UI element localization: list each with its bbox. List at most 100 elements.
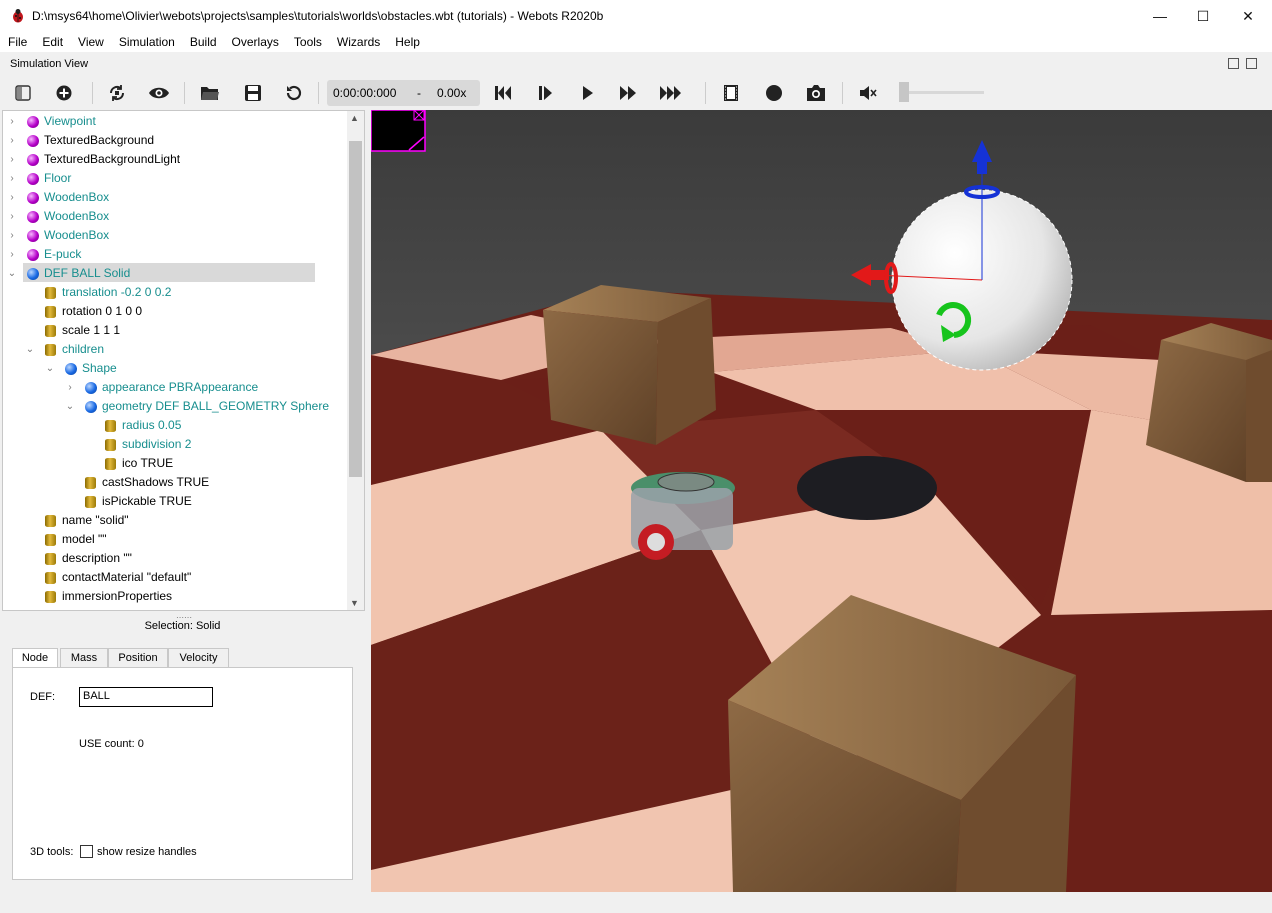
tree-item-label: Viewpoint: [44, 114, 96, 128]
chevron-right-icon[interactable]: ›: [7, 112, 17, 131]
mute-icon[interactable]: [855, 80, 881, 106]
record-icon[interactable]: [761, 80, 787, 106]
step-back-icon[interactable]: [490, 80, 516, 106]
tree-item[interactable]: ⌄ children: [3, 340, 347, 359]
save-icon[interactable]: [240, 80, 266, 106]
tab-node[interactable]: Node: [12, 648, 58, 669]
tree-item[interactable]: ⌄ geometry DEF BALL_GEOMETRY Sphere: [3, 397, 347, 416]
tree-item-label: WoodenBox: [44, 228, 110, 242]
menu-edit[interactable]: Edit: [34, 32, 70, 52]
tab-velocity[interactable]: Velocity: [168, 648, 229, 668]
field-icon: [45, 306, 56, 318]
field-icon: [85, 477, 96, 489]
tree-item-label: scale 1 1 1: [62, 323, 121, 337]
tree-item[interactable]: model "": [3, 530, 347, 549]
tree-item-label: DEF BALL Solid: [44, 266, 131, 280]
chevron-right-icon[interactable]: ›: [7, 150, 17, 169]
node-purple-icon: [27, 211, 39, 223]
eye-icon[interactable]: [146, 80, 172, 106]
menu-overlays[interactable]: Overlays: [224, 32, 286, 52]
scroll-up-icon[interactable]: ▲: [350, 113, 359, 123]
tree-item[interactable]: translation -0.2 0 0.2: [3, 283, 347, 302]
chevron-down-icon[interactable]: ⌄: [7, 264, 17, 283]
tree-item[interactable]: subdivision 2: [3, 435, 347, 454]
tree-item[interactable]: castShadows TRUE: [3, 473, 347, 492]
tree-item[interactable]: › WoodenBox: [3, 207, 347, 226]
tree-item-label: children: [62, 342, 105, 356]
play-icon[interactable]: [574, 80, 600, 106]
chevron-right-icon[interactable]: ›: [7, 226, 17, 245]
tree-item[interactable]: › Viewpoint: [3, 112, 347, 131]
chevron-right-icon[interactable]: ›: [7, 169, 17, 188]
close-button[interactable]: ✕: [1225, 0, 1271, 32]
tree-item[interactable]: › TexturedBackgroundLight: [3, 150, 347, 169]
menu-wizards[interactable]: Wizards: [329, 32, 387, 52]
tree-item[interactable]: description "": [3, 549, 347, 568]
camera-overlay[interactable]: [371, 110, 426, 152]
tree-item[interactable]: › appearance PBRAppearance: [3, 378, 347, 397]
close-panel-icon[interactable]: [1246, 58, 1257, 69]
tab-position[interactable]: Position: [108, 648, 168, 668]
tree-item[interactable]: › TexturedBackground: [3, 131, 347, 150]
screenshot-icon[interactable]: [803, 80, 829, 106]
tree-item[interactable]: ⌄ DEF BALL Solid: [3, 264, 347, 283]
volume-slider-handle[interactable]: [899, 82, 909, 102]
chevron-right-icon[interactable]: ›: [7, 245, 17, 264]
e-puck-robot[interactable]: [631, 472, 735, 560]
open-icon[interactable]: [197, 80, 223, 106]
revert-icon[interactable]: [281, 80, 307, 106]
show-resize-handles-label: show resize handles: [97, 846, 197, 858]
maximize-button[interactable]: ☐: [1180, 0, 1226, 32]
tree-item[interactable]: › WoodenBox: [3, 188, 347, 207]
simulation-time-display: 0:00:00:000 - 0.00x: [327, 80, 480, 106]
tree-item[interactable]: rotation 0 1 0 0: [3, 302, 347, 321]
def-input[interactable]: BALL: [79, 687, 213, 707]
reload-icon[interactable]: [104, 80, 130, 106]
tree-item[interactable]: name "solid": [3, 511, 347, 530]
chevron-down-icon[interactable]: ⌄: [45, 359, 55, 378]
chevron-down-icon[interactable]: ⌄: [25, 340, 35, 359]
menu-file[interactable]: File: [0, 32, 34, 52]
chevron-right-icon[interactable]: ›: [7, 131, 17, 150]
show-resize-handles-checkbox[interactable]: [80, 845, 93, 858]
field-icon: [85, 496, 96, 508]
chevron-right-icon[interactable]: ›: [65, 378, 75, 397]
fastest-icon[interactable]: [657, 80, 683, 106]
tree-item[interactable]: › E-puck: [3, 245, 347, 264]
add-node-icon[interactable]: [51, 80, 77, 106]
toggle-scene-tree-icon[interactable]: [10, 80, 36, 106]
tree-item[interactable]: ⌄ Shape: [3, 359, 347, 378]
menu-view[interactable]: View: [70, 32, 111, 52]
menu-help[interactable]: Help: [387, 32, 427, 52]
scene-tree-scrollbar[interactable]: ▲ ▼: [347, 111, 364, 610]
movie-icon[interactable]: [718, 80, 744, 106]
tree-item[interactable]: boundingObject USE BALL_GEOMETRY: [3, 606, 347, 610]
tree-item-label: description "": [62, 551, 132, 565]
menu-simulation[interactable]: Simulation: [111, 32, 182, 52]
step-icon[interactable]: [532, 80, 558, 106]
tab-mass[interactable]: Mass: [60, 648, 108, 668]
fast-icon[interactable]: [615, 80, 641, 106]
3d-view[interactable]: [371, 110, 1272, 892]
chevron-down-icon[interactable]: ⌄: [65, 397, 75, 416]
scroll-down-icon[interactable]: ▼: [350, 598, 359, 608]
tree-item[interactable]: ico TRUE: [3, 454, 347, 473]
tree-item[interactable]: › Floor: [3, 169, 347, 188]
tree-item[interactable]: › WoodenBox: [3, 226, 347, 245]
tree-item[interactable]: scale 1 1 1: [3, 321, 347, 340]
tree-item-label: WoodenBox: [44, 209, 110, 223]
node-purple-icon: [27, 192, 39, 204]
minimize-button[interactable]: —: [1137, 0, 1183, 32]
tree-item[interactable]: isPickable TRUE: [3, 492, 347, 511]
field-icon: [45, 591, 56, 603]
scrollbar-thumb[interactable]: [349, 141, 362, 477]
tree-item[interactable]: immersionProperties: [3, 587, 347, 606]
tree-item[interactable]: contactMaterial "default": [3, 568, 347, 587]
menu-tools[interactable]: Tools: [286, 32, 329, 52]
float-panel-icon[interactable]: [1228, 58, 1239, 69]
volume-slider[interactable]: [900, 91, 984, 94]
chevron-right-icon[interactable]: ›: [7, 207, 17, 226]
chevron-right-icon[interactable]: ›: [7, 188, 17, 207]
menu-build[interactable]: Build: [182, 32, 224, 52]
tree-item[interactable]: radius 0.05: [3, 416, 347, 435]
